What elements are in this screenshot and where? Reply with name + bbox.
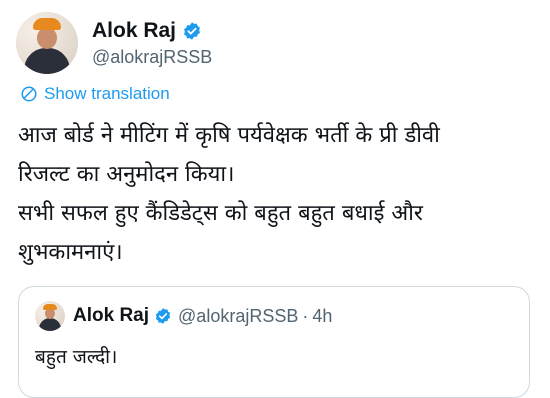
tweet-header: Alok Raj @alokrajRSSB: [16, 12, 212, 74]
separator-dot: ·: [302, 305, 309, 326]
quoted-timestamp[interactable]: 4h: [312, 306, 332, 327]
translate-globe-icon: [21, 86, 37, 102]
show-translation-link[interactable]: Show translation: [20, 84, 170, 104]
quoted-tweet-header: Alok Raj @alokrajRSSB · 4h: [35, 301, 332, 331]
quoted-tweet-text: बहुत जल्दी।: [35, 346, 118, 368]
avatar[interactable]: [16, 12, 78, 74]
author-block: Alok Raj @alokrajRSSB: [92, 19, 212, 68]
verified-badge-icon: [155, 308, 171, 324]
tweet-line: आज बोर्ड ने मीटिंग में कृषि पर्यवेक्षक भ…: [18, 123, 440, 148]
verified-badge-icon: [184, 21, 200, 40]
tweet-line: शुभकामनाएं।: [18, 240, 123, 265]
tweet-line: सभी सफल हुए कैंडिडेट्स को बहुत बहुत बधाई…: [18, 201, 423, 226]
quoted-tweet[interactable]: Alok Raj @alokrajRSSB · 4h बहुत जल्दी।: [18, 286, 530, 398]
author-handle[interactable]: @alokrajRSSB: [92, 47, 212, 68]
quoted-avatar[interactable]: [35, 301, 65, 331]
tweet-text: आज बोर्ड ने मीटिंग में कृषि पर्यवेक्षक भ…: [18, 116, 538, 272]
author-name[interactable]: Alok Raj: [92, 19, 176, 43]
quoted-author-handle[interactable]: @alokrajRSSB: [178, 306, 298, 327]
tweet-line: रिजल्ट का अनुमोदन किया।: [18, 162, 235, 187]
quoted-author-name[interactable]: Alok Raj: [73, 305, 149, 327]
show-translation-label[interactable]: Show translation: [44, 84, 170, 104]
